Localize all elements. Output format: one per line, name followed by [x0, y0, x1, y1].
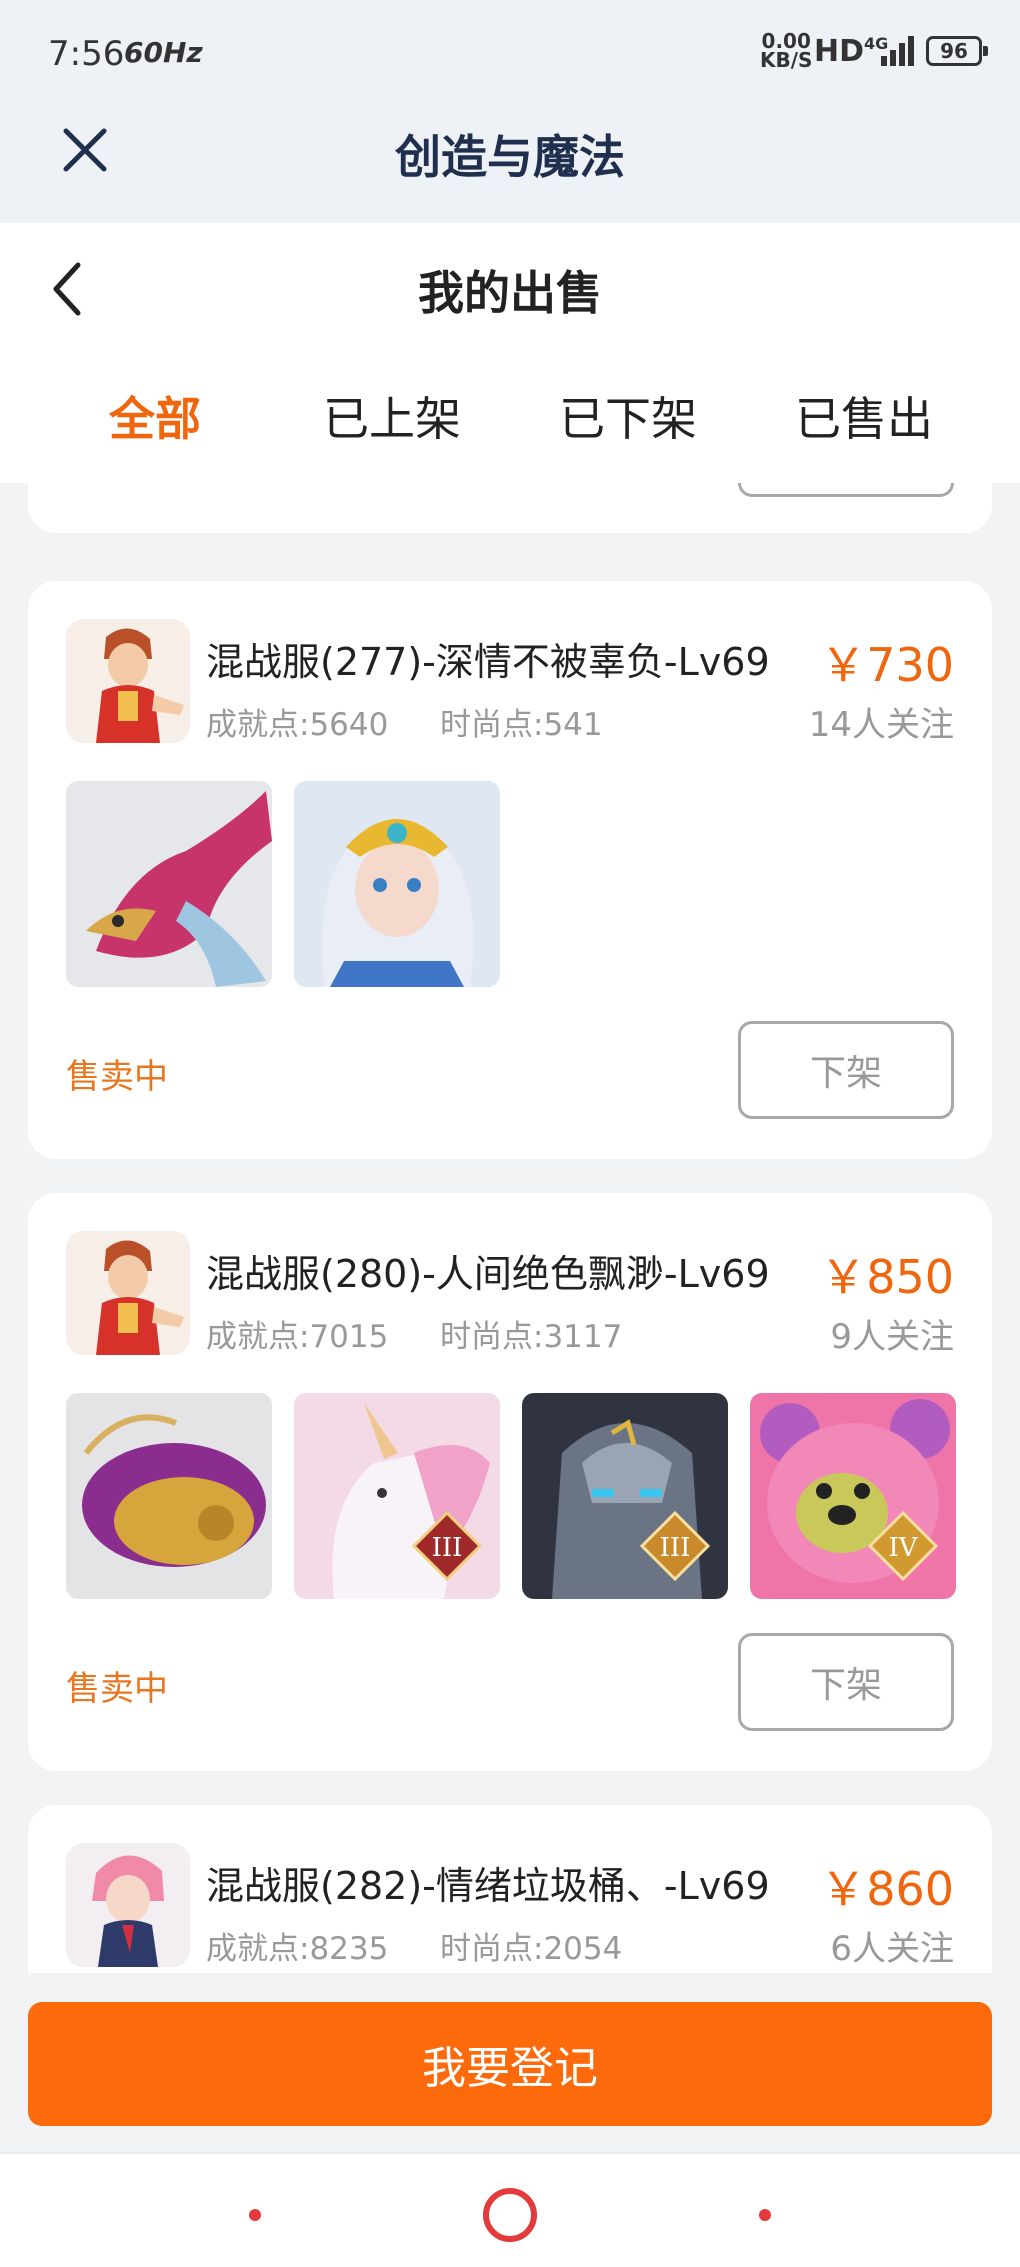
- nav-back-dot-icon[interactable]: [759, 2209, 771, 2221]
- page-header: 我的出售 全部 已上架 已下架 已售出: [0, 223, 1020, 483]
- svg-text:III: III: [432, 1533, 463, 1563]
- fashion-points: 时尚点:2054: [440, 1931, 623, 1967]
- listing-price: ￥850: [820, 1250, 954, 1304]
- delist-button[interactable]: 下架: [738, 1021, 954, 1119]
- app-title: 创造与魔法: [395, 130, 625, 184]
- rank-badge: III: [412, 1511, 482, 1581]
- listing-list[interactable]: 混战服(277)-深情不被辜负-Lv69 成就点:5640 时尚点:541 ￥7…: [0, 483, 1020, 1973]
- listing-price: ￥860: [820, 1862, 954, 1916]
- character-avatar: [66, 619, 190, 743]
- listing-price: ￥730: [820, 638, 954, 692]
- app-bar: 创造与魔法: [0, 105, 1020, 223]
- listing-card[interactable]: 混战服(280)-人间绝色飘渺-Lv69 成就点:7015 时尚点:3117 ￥…: [28, 1193, 992, 1771]
- tab-bar: 全部 已上架 已下架 已售出: [0, 383, 1020, 453]
- tab-listed[interactable]: 已上架: [292, 383, 492, 449]
- listing-card[interactable]: 混战服(277)-深情不被辜负-Lv69 成就点:5640 时尚点:541 ￥7…: [28, 581, 992, 1159]
- page-title: 我的出售: [418, 266, 602, 320]
- unicorn-image[interactable]: III: [294, 1393, 500, 1599]
- purple-whale-image[interactable]: [66, 1393, 272, 1599]
- listing-card-partial: [28, 483, 992, 533]
- delist-button[interactable]: 下架: [738, 1633, 954, 1731]
- dragon-mount-image[interactable]: [66, 781, 272, 987]
- network-speed-unit: KB/S: [760, 48, 813, 72]
- golden-helmet-girl-image[interactable]: [294, 781, 500, 987]
- tab-all[interactable]: 全部: [55, 383, 255, 449]
- tab-delisted[interactable]: 已下架: [528, 383, 728, 449]
- refresh-rate: 60Hz: [124, 36, 203, 69]
- stone-golem-image[interactable]: III: [522, 1393, 728, 1599]
- battery-icon: 96: [926, 36, 988, 66]
- achievement-points: 成就点:5640: [206, 707, 389, 743]
- status-time: 7:56: [48, 34, 125, 74]
- achievement-points: 成就点:7015: [206, 1319, 389, 1355]
- rank-badge: III: [640, 1511, 710, 1581]
- status-bar: 7:56 60Hz 0.00 KB/S HD 4G 96: [0, 0, 1020, 105]
- listing-status: 售卖中: [66, 1669, 168, 1709]
- rank-badge: IV: [868, 1511, 938, 1581]
- fashion-points: 时尚点:541: [440, 707, 603, 743]
- svg-text:IV: IV: [888, 1533, 918, 1563]
- svg-text:III: III: [660, 1533, 691, 1563]
- follower-count: 6人关注: [830, 1929, 954, 1969]
- listing-title: 混战服(277)-深情不被辜负-Lv69: [206, 640, 770, 684]
- network-speed: 0.00 KB/S: [760, 31, 813, 72]
- follower-count: 9人关注: [830, 1317, 954, 1357]
- listing-status: 售卖中: [66, 1057, 168, 1097]
- fashion-points: 时尚点:3117: [440, 1319, 623, 1355]
- listing-title: 混战服(280)-人间绝色飘渺-Lv69: [206, 1252, 770, 1296]
- listing-title: 混战服(282)-情绪垃圾桶、-Lv69: [206, 1864, 770, 1908]
- listing-card[interactable]: 混战服(282)-情绪垃圾桶、-Lv69 成就点:8235 时尚点:2054 ￥…: [28, 1805, 992, 1973]
- character-avatar: [66, 1843, 190, 1967]
- achievement-points: 成就点:8235: [206, 1931, 389, 1967]
- signal-icon: [881, 36, 914, 66]
- character-avatar: [66, 1231, 190, 1355]
- delist-button-partial[interactable]: [738, 483, 954, 497]
- follower-count: 14人关注: [808, 705, 954, 745]
- register-button[interactable]: 我要登记: [28, 2002, 992, 2126]
- pink-bear-image[interactable]: IV: [750, 1393, 956, 1599]
- home-circle-icon[interactable]: [483, 2188, 537, 2242]
- hd-indicator: HD: [814, 34, 865, 69]
- system-nav-bar: [0, 2152, 1020, 2267]
- tab-sold[interactable]: 已售出: [764, 383, 964, 449]
- nav-menu-dot-icon[interactable]: [249, 2209, 261, 2221]
